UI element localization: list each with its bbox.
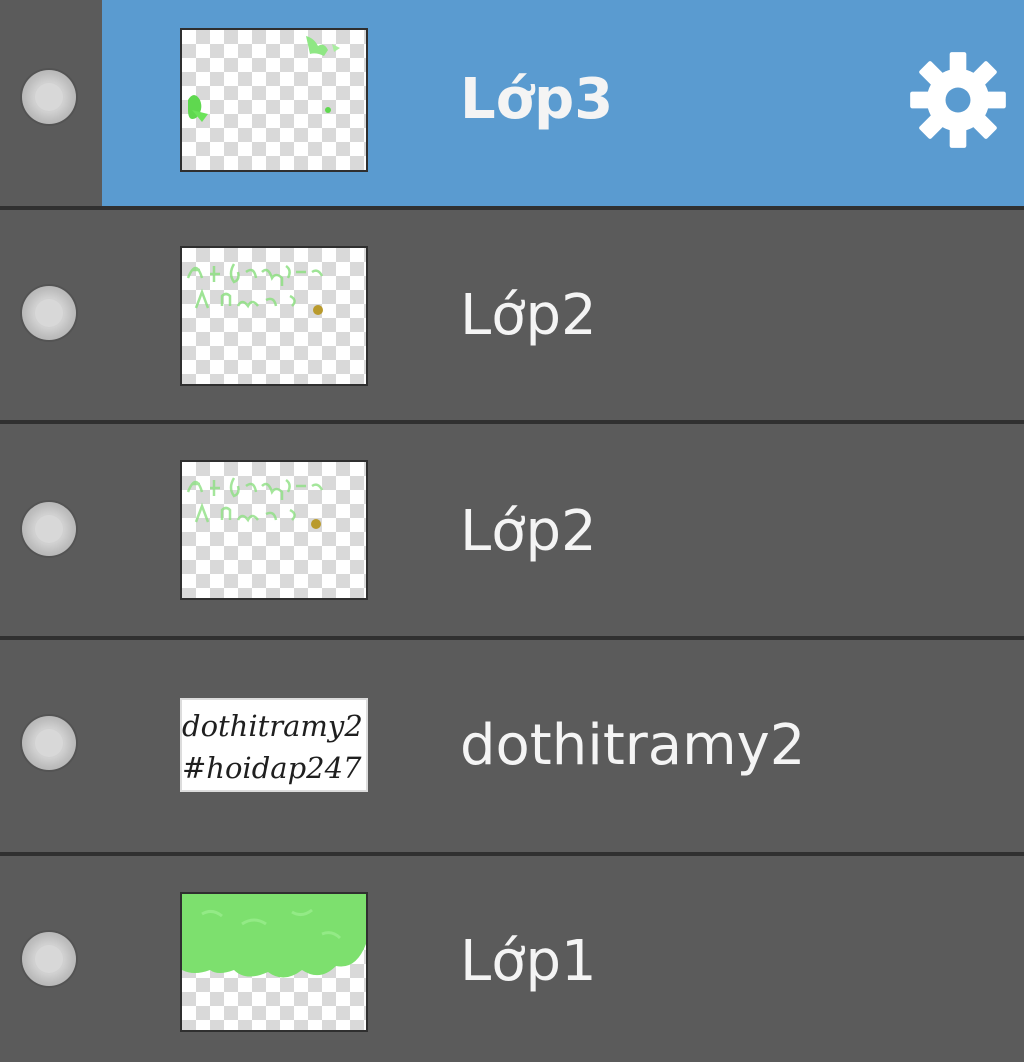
layer-name[interactable]: Lớp1 (460, 934, 597, 990)
layer-row-lop3[interactable]: Lớp3 (0, 0, 1024, 206)
layer-thumbnail (180, 892, 368, 1032)
layer-name[interactable]: Lớp2 (460, 288, 597, 344)
layer-name[interactable]: Lớp3 (460, 72, 613, 128)
layer-row-lop1[interactable]: Lớp1 (0, 856, 1024, 1062)
green-text-thumbnail (186, 477, 324, 529)
layer-thumbnail (180, 246, 368, 386)
gear-icon[interactable] (906, 48, 1010, 152)
green-strokes-thumbnail (188, 36, 340, 122)
layer-name[interactable]: dothitramy2 (460, 718, 805, 774)
visibility-dot-icon[interactable] (22, 716, 76, 770)
text-thumbnail: dothitramy2 #hoidap247 (182, 709, 363, 785)
layer-thumbnail (180, 460, 368, 600)
visibility-dot-icon[interactable] (22, 70, 76, 124)
visibility-dot-icon[interactable] (22, 932, 76, 986)
layer-row-lop2[interactable]: Lớp2 (0, 424, 1024, 636)
layer-thumbnail: dothitramy2 #hoidap247 (180, 698, 368, 792)
thumbnail-text-line2: #hoidap247 (182, 751, 362, 785)
layer-thumbnail (180, 28, 368, 172)
thumbnail-text-line1: dothitramy2 (182, 709, 363, 743)
green-text-thumbnail (186, 263, 324, 315)
visibility-dot-icon[interactable] (22, 502, 76, 556)
visibility-dot-icon[interactable] (22, 286, 76, 340)
layer-row-lop2[interactable]: Lớp2 (0, 210, 1024, 420)
layer-row-dothitramy2[interactable]: dothitramy2 #hoidap247 dothitramy2 (0, 640, 1024, 852)
green-fill-thumbnail (182, 894, 366, 978)
layer-name[interactable]: Lớp2 (460, 504, 597, 560)
layers-panel: Lớp3 Lớp2 Lớp2 dothitramy2 #hoidap247 do… (0, 0, 1024, 1062)
